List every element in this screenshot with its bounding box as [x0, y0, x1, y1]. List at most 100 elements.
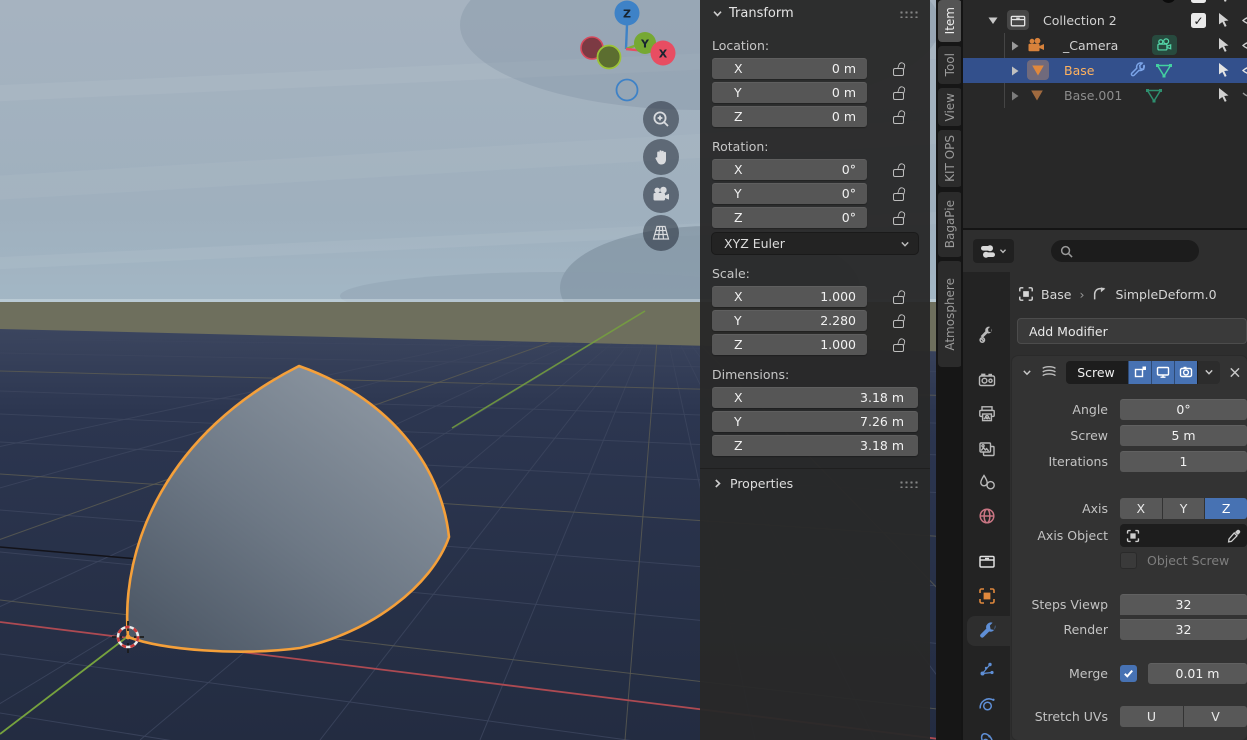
scale-z-field[interactable]: Z 1.000: [712, 334, 867, 355]
tab-view[interactable]: View: [938, 88, 962, 126]
angle-field[interactable]: 0°: [1120, 399, 1247, 420]
visibility-eye-icon[interactable]: [1242, 40, 1247, 51]
outliner-row-collection[interactable]: Collection 2 ✓: [963, 0, 1247, 8]
close-icon[interactable]: [1229, 366, 1241, 379]
tab-kit-ops[interactable]: KIT OPS: [938, 130, 962, 187]
iterations-row: Iterations 1: [1012, 451, 1247, 472]
tab-world[interactable]: [963, 501, 1010, 531]
display-in-editmode-toggle[interactable]: [1128, 360, 1152, 384]
outliner-row-base-001[interactable]: Base.001: [963, 83, 1247, 108]
tab-particles[interactable]: [963, 655, 1010, 685]
dimensions-label: Dimensions:: [712, 367, 790, 382]
expand-arrow-right-icon[interactable]: [1011, 66, 1019, 76]
visibility-eye-closed-icon[interactable]: [1242, 92, 1247, 101]
breadcrumb-modifier[interactable]: SimpleDeform.0: [1115, 287, 1216, 302]
merge-distance-field[interactable]: 0.01 m: [1148, 663, 1247, 684]
add-modifier-button[interactable]: Add Modifier: [1017, 318, 1247, 344]
scale-y-field[interactable]: Y 2.280: [712, 310, 867, 331]
expand-arrow-right-icon[interactable]: [1011, 91, 1019, 101]
zoom-button[interactable]: [643, 101, 679, 137]
chevron-down-icon[interactable]: [1022, 367, 1032, 378]
eyedropper-icon[interactable]: [1227, 529, 1241, 543]
outliner-row-camera[interactable]: _Camera: [963, 33, 1247, 58]
tab-tool[interactable]: [963, 320, 1010, 350]
axis-object-field[interactable]: [1120, 524, 1247, 547]
selectable-pointer-icon[interactable]: [1218, 0, 1232, 3]
pan-button[interactable]: [643, 139, 679, 175]
tab-view-layer[interactable]: [963, 435, 1010, 465]
tab-physics[interactable]: [963, 690, 1010, 720]
steps-render-field[interactable]: 32: [1120, 619, 1247, 640]
dimensions-x-field[interactable]: X 3.18 m: [712, 387, 918, 408]
tab-object[interactable]: [963, 581, 1010, 611]
stretch-v-button[interactable]: V: [1184, 706, 1247, 727]
tab-item[interactable]: Item: [938, 0, 962, 42]
rotation-x-field[interactable]: X 0°: [712, 159, 867, 180]
panel-grip-icon[interactable]: [898, 478, 918, 488]
lock-open-icon[interactable]: [892, 61, 907, 76]
lock-open-icon[interactable]: [892, 186, 907, 201]
transform-panel-header[interactable]: Transform: [712, 0, 918, 26]
merge-checkbox[interactable]: [1120, 665, 1137, 682]
lock-open-icon[interactable]: [892, 162, 907, 177]
rotation-z-field[interactable]: Z 0°: [712, 207, 867, 228]
panel-grip-icon[interactable]: [898, 8, 918, 18]
stretch-u-button[interactable]: U: [1120, 706, 1183, 727]
location-x-field[interactable]: X0 m: [712, 58, 867, 79]
scale-x-field[interactable]: X 1.000: [712, 286, 867, 307]
rotation-y-field[interactable]: Y 0°: [712, 183, 867, 204]
tab-atmosphere[interactable]: Atmosphere: [938, 261, 962, 367]
search-input[interactable]: [1051, 240, 1199, 262]
outliner-row-base[interactable]: Base: [963, 58, 1247, 83]
breadcrumb-object[interactable]: Base: [1041, 287, 1071, 302]
tab-scene[interactable]: [963, 468, 1010, 498]
grid-ortho-button[interactable]: [643, 215, 679, 251]
viewport-3d[interactable]: Z Y X Transform Location: X 0 m Y 0 m Z …: [0, 0, 963, 740]
selectable-pointer-icon[interactable]: [1218, 88, 1232, 103]
display-realtime-toggle[interactable]: [1151, 360, 1175, 384]
display-render-toggle[interactable]: [1174, 360, 1198, 384]
navigation-gizmo[interactable]: Z Y X: [570, 0, 682, 105]
screw-field[interactable]: 5 m: [1120, 425, 1247, 446]
rotation-x-row: X 0°: [712, 159, 918, 180]
lock-open-icon[interactable]: [892, 85, 907, 100]
lock-open-icon[interactable]: [892, 289, 907, 304]
tab-modifiers[interactable]: [967, 616, 1010, 646]
selectable-pointer-icon[interactable]: [1218, 63, 1232, 78]
expand-arrow-down-icon[interactable]: [988, 16, 998, 25]
camera-view-button[interactable]: [643, 177, 679, 213]
rotation-mode-select[interactable]: XYZ Euler: [712, 233, 918, 254]
lock-open-icon[interactable]: [892, 109, 907, 124]
tab-bagapie[interactable]: BagaPie: [938, 192, 962, 257]
tab-tool[interactable]: Tool: [938, 46, 962, 84]
tab-collection[interactable]: [963, 546, 1010, 576]
tab-render[interactable]: [963, 365, 1010, 395]
dimensions-z-field[interactable]: Z 3.18 m: [712, 435, 918, 456]
location-z-field[interactable]: Z0 m: [712, 106, 867, 127]
axis-x-button[interactable]: X: [1120, 498, 1162, 519]
modifier-extras-dropdown[interactable]: [1197, 360, 1221, 384]
lock-open-icon[interactable]: [892, 313, 907, 328]
visibility-eye-icon[interactable]: [1242, 15, 1247, 26]
modifier-name-field[interactable]: Screw: [1066, 360, 1129, 384]
lock-open-icon[interactable]: [892, 337, 907, 352]
axis-z-button[interactable]: Z: [1205, 498, 1247, 519]
selectable-pointer-icon[interactable]: [1218, 13, 1232, 28]
iterations-field[interactable]: 1: [1120, 451, 1247, 472]
collection-checkbox[interactable]: ✓: [1191, 13, 1206, 28]
collection-checkbox[interactable]: ✓: [1191, 0, 1206, 3]
object-screw-checkbox[interactable]: [1120, 552, 1137, 569]
lock-open-icon[interactable]: [892, 210, 907, 225]
outliner-row-collection-2[interactable]: Collection 2 ✓: [963, 8, 1247, 33]
dimensions-y-field[interactable]: Y 7.26 m: [712, 411, 918, 432]
tab-output[interactable]: [963, 399, 1010, 429]
tab-constraints[interactable]: [963, 725, 1010, 740]
properties-panel-header[interactable]: Properties: [712, 469, 918, 497]
axis-y-button[interactable]: Y: [1162, 498, 1205, 519]
location-y-field[interactable]: Y0 m: [712, 82, 867, 103]
selectable-pointer-icon[interactable]: [1218, 38, 1232, 53]
visibility-eye-icon[interactable]: [1242, 65, 1247, 76]
editor-type-button[interactable]: [973, 239, 1014, 263]
expand-arrow-right-icon[interactable]: [1011, 41, 1019, 51]
steps-viewport-field[interactable]: 32: [1120, 594, 1247, 615]
